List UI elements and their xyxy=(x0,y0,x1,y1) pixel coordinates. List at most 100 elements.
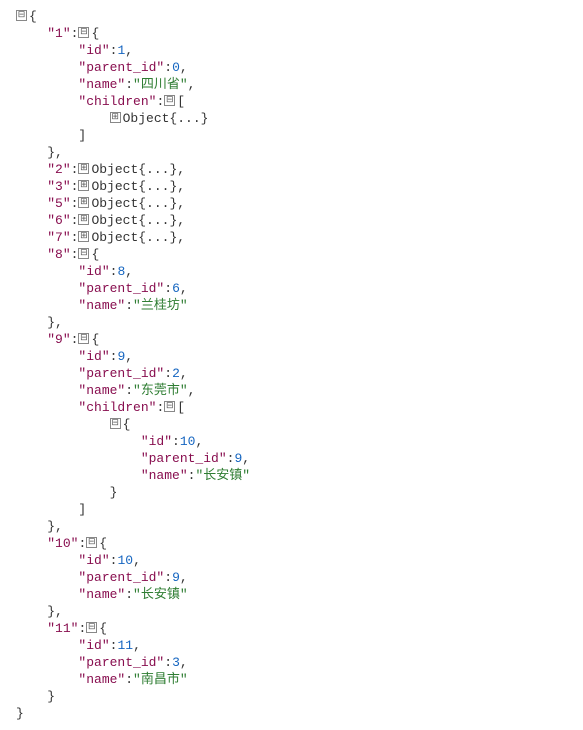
json-key: "6" xyxy=(47,213,70,228)
collapsed-object[interactable]: Object{...} xyxy=(91,230,177,245)
comma: , xyxy=(125,264,133,279)
json-line: "parent_id":9, xyxy=(16,569,567,586)
brace-close: } xyxy=(47,519,55,534)
colon: : xyxy=(125,672,133,687)
brace-open: { xyxy=(91,247,99,262)
json-line: ] xyxy=(16,127,567,144)
json-line: "1":⊟{ xyxy=(16,25,567,42)
json-line: "parent_id":2, xyxy=(16,365,567,382)
json-line: "name":"长安镇" xyxy=(16,586,567,603)
comma: , xyxy=(180,60,188,75)
json-key: "id" xyxy=(141,434,172,449)
colon: : xyxy=(71,179,79,194)
comma: , xyxy=(242,451,250,466)
collapse-icon[interactable]: ⊟ xyxy=(86,622,97,633)
json-key: "name" xyxy=(141,468,188,483)
json-key: "parent_id" xyxy=(141,451,227,466)
brace-close: } xyxy=(47,689,55,704)
collapsed-object[interactable]: Object{...} xyxy=(91,162,177,177)
json-line: "name":"长安镇" xyxy=(16,467,567,484)
colon: : xyxy=(71,230,79,245)
comma: , xyxy=(180,366,188,381)
json-string: "东莞市" xyxy=(133,383,188,398)
collapse-icon[interactable]: ⊟ xyxy=(86,537,97,548)
collapse-icon[interactable]: ⊟ xyxy=(110,418,121,429)
collapse-icon[interactable]: ⊟ xyxy=(164,401,175,412)
expand-icon[interactable]: ⊞ xyxy=(78,180,89,191)
expand-icon[interactable]: ⊞ xyxy=(78,163,89,174)
json-key: "1" xyxy=(47,26,70,41)
comma: , xyxy=(177,230,185,245)
colon: : xyxy=(71,196,79,211)
json-line: "7":⊞Object{...}, xyxy=(16,229,567,246)
comma: , xyxy=(195,434,203,449)
collapsed-object[interactable]: Object{...} xyxy=(123,111,209,126)
json-key: "children" xyxy=(78,400,156,415)
json-key: "7" xyxy=(47,230,70,245)
brace-close: } xyxy=(47,604,55,619)
expand-icon[interactable]: ⊞ xyxy=(78,231,89,242)
json-number: 3 xyxy=(172,655,180,670)
json-string: "长安镇" xyxy=(133,587,188,602)
json-line: "parent_id":3, xyxy=(16,654,567,671)
colon: : xyxy=(164,655,172,670)
comma: , xyxy=(55,145,63,160)
json-key: "11" xyxy=(47,621,78,636)
colon: : xyxy=(164,281,172,296)
json-line: "parent_id":9, xyxy=(16,450,567,467)
colon: : xyxy=(125,298,133,313)
collapsed-object[interactable]: Object{...} xyxy=(91,179,177,194)
brace-open: { xyxy=(91,332,99,347)
colon: : xyxy=(156,400,164,415)
comma: , xyxy=(55,604,63,619)
brace-close: } xyxy=(47,315,55,330)
collapse-icon[interactable]: ⊟ xyxy=(16,10,27,21)
collapse-icon[interactable]: ⊟ xyxy=(164,95,175,106)
expand-icon[interactable]: ⊞ xyxy=(78,214,89,225)
json-line: "3":⊞Object{...}, xyxy=(16,178,567,195)
comma: , xyxy=(188,383,196,398)
brace-open: { xyxy=(29,9,37,24)
collapse-icon[interactable]: ⊟ xyxy=(78,333,89,344)
json-key: "10" xyxy=(47,536,78,551)
json-line: "id":9, xyxy=(16,348,567,365)
json-line: "name":"兰桂坊" xyxy=(16,297,567,314)
colon: : xyxy=(71,247,79,262)
collapse-icon[interactable]: ⊟ xyxy=(78,248,89,259)
json-key: "id" xyxy=(78,553,109,568)
expand-icon[interactable]: ⊞ xyxy=(78,197,89,208)
json-number: 2 xyxy=(172,366,180,381)
json-line: "parent_id":6, xyxy=(16,280,567,297)
collapsed-object[interactable]: Object{...} xyxy=(91,196,177,211)
colon: : xyxy=(78,621,86,636)
colon: : xyxy=(164,366,172,381)
json-line: "6":⊞Object{...}, xyxy=(16,212,567,229)
json-line: "children":⊟[ xyxy=(16,399,567,416)
json-key: "name" xyxy=(78,298,125,313)
expand-icon[interactable]: ⊞ xyxy=(110,112,121,123)
colon: : xyxy=(125,587,133,602)
colon: : xyxy=(71,162,79,177)
json-line: ⊟{ xyxy=(16,8,567,25)
collapse-icon[interactable]: ⊟ xyxy=(78,27,89,38)
json-key: "parent_id" xyxy=(78,60,164,75)
json-key: "id" xyxy=(78,43,109,58)
brace-close: } xyxy=(16,706,24,721)
comma: , xyxy=(177,162,185,177)
json-key: "3" xyxy=(47,179,70,194)
comma: , xyxy=(125,349,133,364)
json-key: "name" xyxy=(78,383,125,398)
json-key: "id" xyxy=(78,638,109,653)
json-line: } xyxy=(16,484,567,501)
bracket-open: [ xyxy=(177,400,185,415)
json-key: "parent_id" xyxy=(78,655,164,670)
collapsed-object[interactable]: Object{...} xyxy=(91,213,177,228)
json-line: } xyxy=(16,705,567,722)
json-key: "9" xyxy=(47,332,70,347)
bracket-open: [ xyxy=(177,94,185,109)
comma: , xyxy=(180,655,188,670)
comma: , xyxy=(177,196,185,211)
json-number: 11 xyxy=(117,638,133,653)
json-key: "parent_id" xyxy=(78,570,164,585)
colon: : xyxy=(71,26,79,41)
